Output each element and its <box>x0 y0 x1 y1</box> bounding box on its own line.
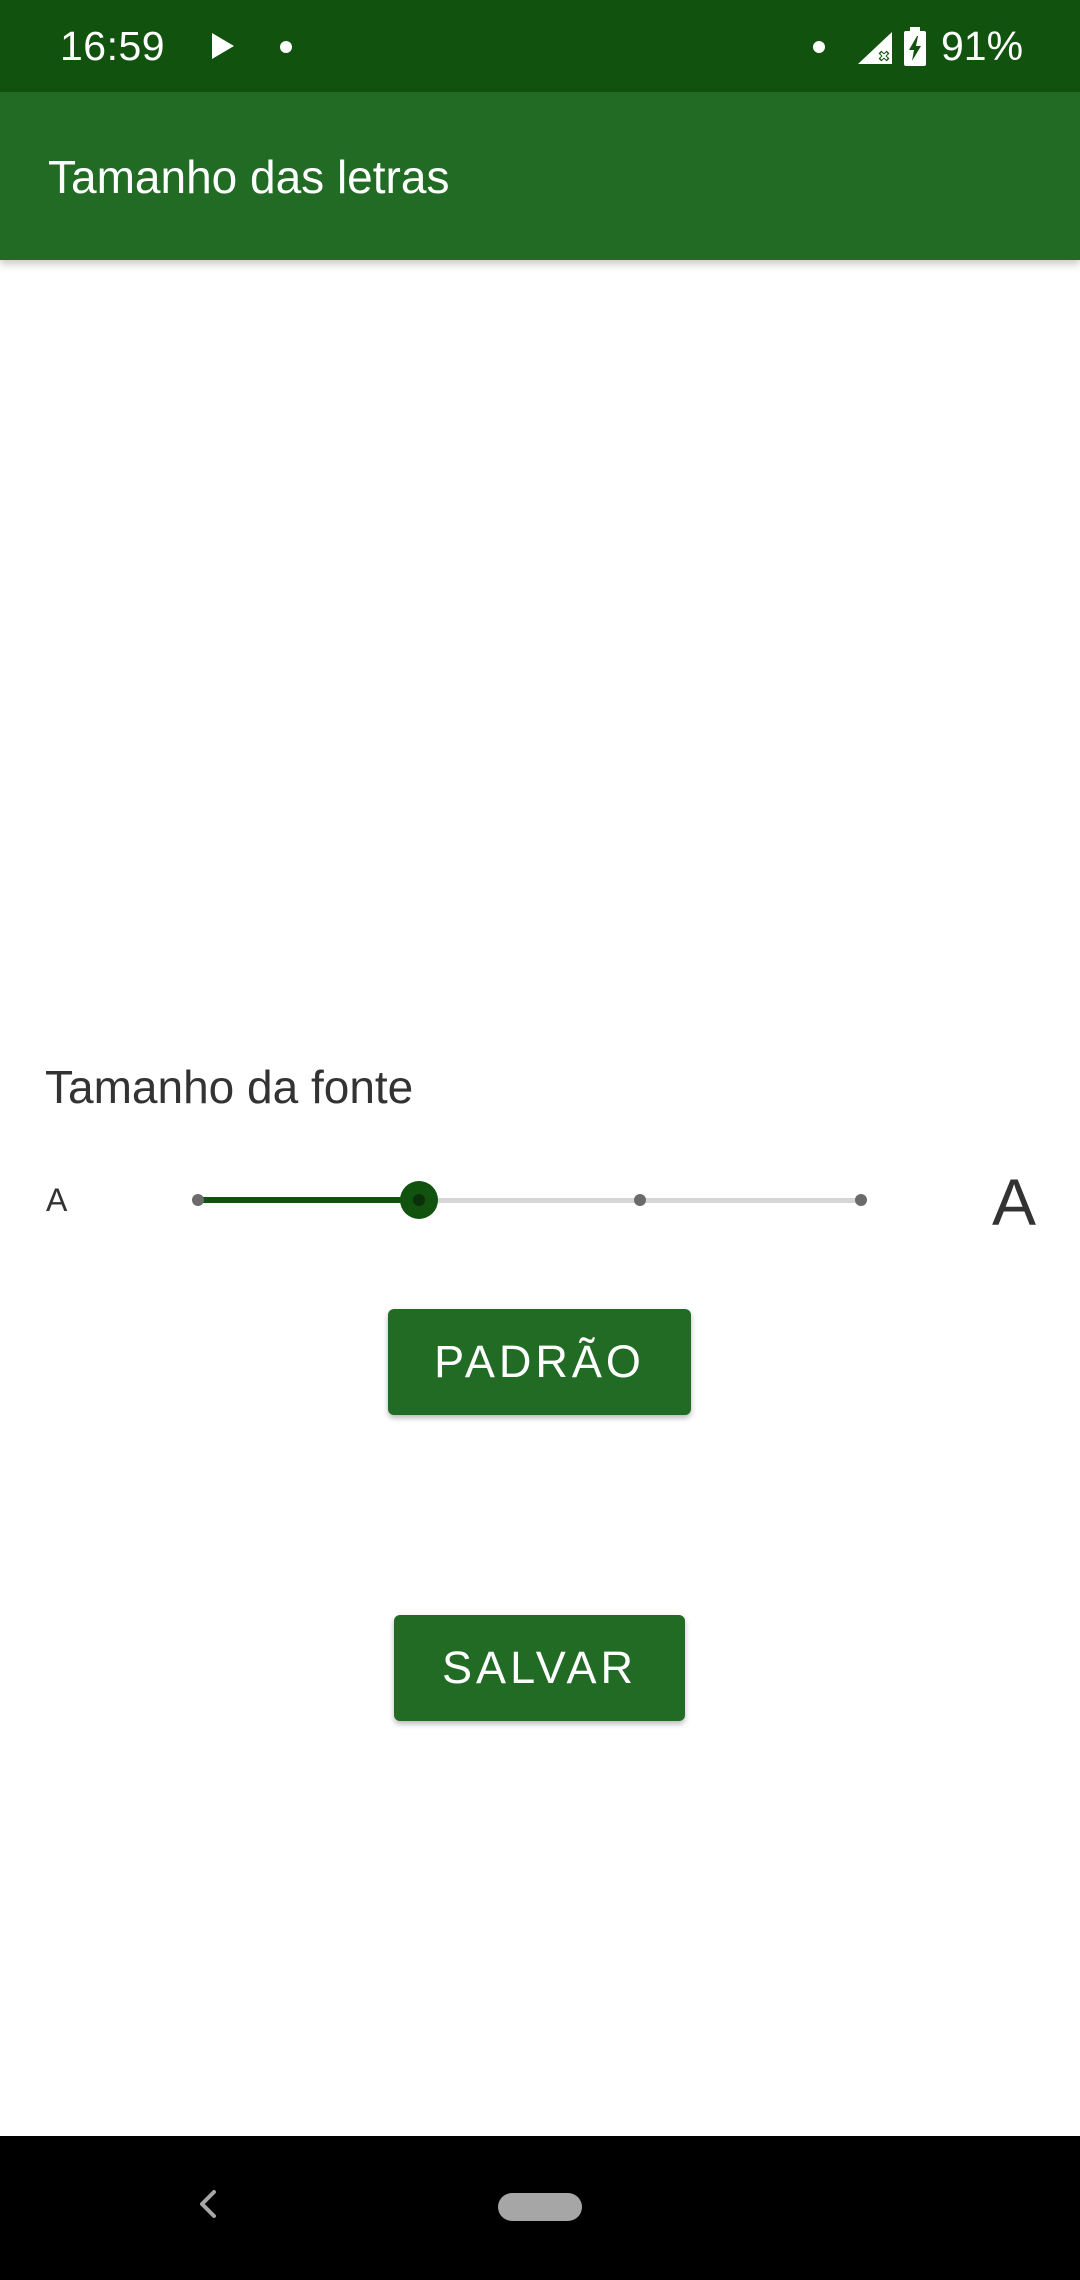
font-size-label: Tamanho da fonte <box>45 1061 414 1113</box>
notification-dot-icon <box>280 41 292 53</box>
large-font-indicator: A <box>992 1165 1037 1239</box>
signal-icon <box>858 32 892 64</box>
save-button[interactable]: SALVAR <box>394 1615 685 1721</box>
small-font-indicator: A <box>46 1182 68 1218</box>
notification-dot-icon <box>813 41 825 53</box>
app-bar: Tamanho das letras <box>0 92 1080 260</box>
back-icon[interactable] <box>188 2184 228 2224</box>
status-bar: 16:59 91% <box>0 0 1080 92</box>
battery-percentage: 91% <box>941 23 1024 69</box>
home-pill-icon[interactable] <box>498 2193 582 2221</box>
navigation-bar <box>0 2136 1080 2280</box>
slider-thumb[interactable] <box>400 1181 438 1219</box>
slider-tick[interactable] <box>192 1194 204 1206</box>
play-icon <box>212 33 234 59</box>
slider-tick[interactable] <box>855 1194 867 1206</box>
page-title: Tamanho das letras <box>48 151 450 203</box>
screen: 16:59 91% Tamanho das letras Tamanho da … <box>0 0 1080 2280</box>
battery-charging-icon <box>904 27 926 66</box>
default-button[interactable]: PADRÃO <box>388 1309 691 1415</box>
status-time: 16:59 <box>60 23 166 69</box>
slider-tick[interactable] <box>634 1194 646 1206</box>
font-size-slider[interactable] <box>180 1160 880 1240</box>
slider-fill <box>198 1197 419 1203</box>
